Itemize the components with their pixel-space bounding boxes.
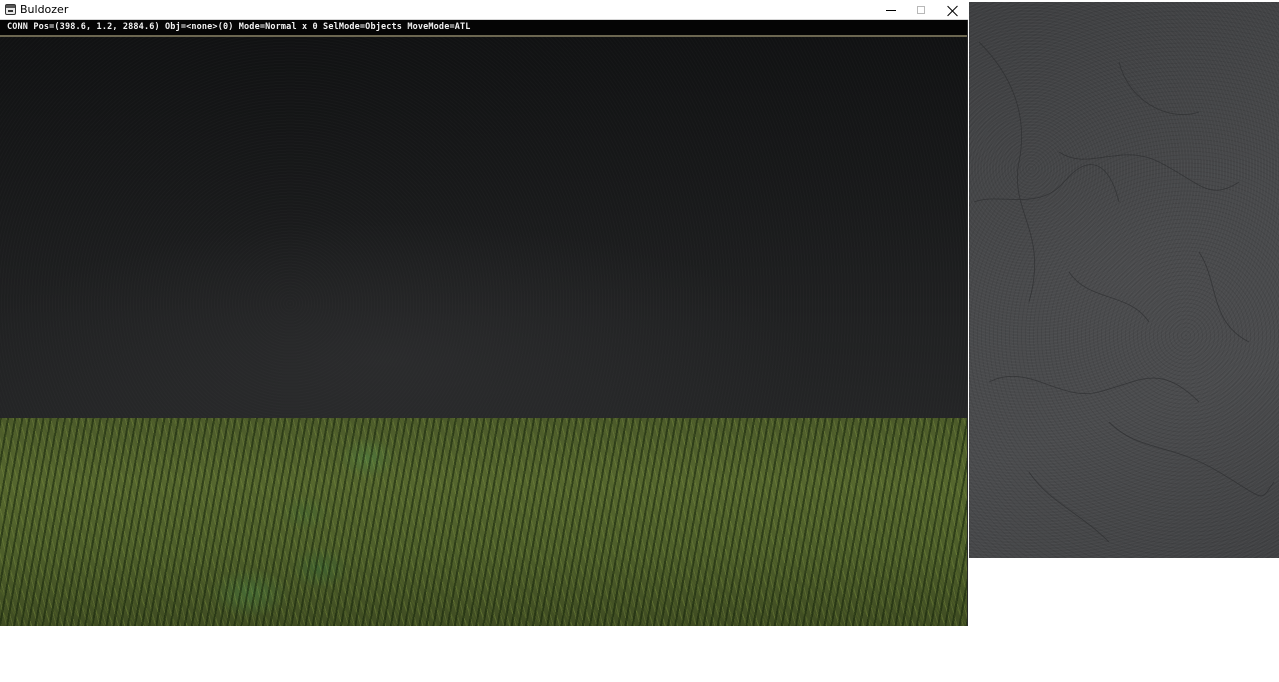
grass-surface[interactable]: [0, 418, 967, 626]
maximize-button[interactable]: [906, 0, 936, 20]
texture-preview: [969, 2, 1279, 558]
window-title: Buldozer: [20, 3, 69, 16]
close-button[interactable]: [937, 0, 967, 20]
window-titlebar[interactable]: Buldozer: [0, 0, 968, 20]
asphalt-surface[interactable]: [0, 37, 967, 418]
status-text: CONN Pos=(398.6, 1.2, 2884.6) Obj=<none>…: [7, 22, 471, 32]
maximize-icon: [917, 6, 925, 14]
3d-viewport[interactable]: [0, 37, 967, 626]
minimize-icon: [886, 9, 896, 11]
texture-cracks: [973, 41, 1275, 543]
minimize-button[interactable]: [876, 0, 906, 20]
buldozer-window: Buldozer CONN Pos=(398.6, 1.2, 2884.6) O…: [0, 0, 968, 626]
close-icon: [947, 5, 958, 16]
status-bar: CONN Pos=(398.6, 1.2, 2884.6) Obj=<none>…: [0, 20, 967, 37]
app-icon: [5, 4, 16, 15]
desktop: Buldozer CONN Pos=(398.6, 1.2, 2884.6) O…: [0, 0, 1279, 682]
